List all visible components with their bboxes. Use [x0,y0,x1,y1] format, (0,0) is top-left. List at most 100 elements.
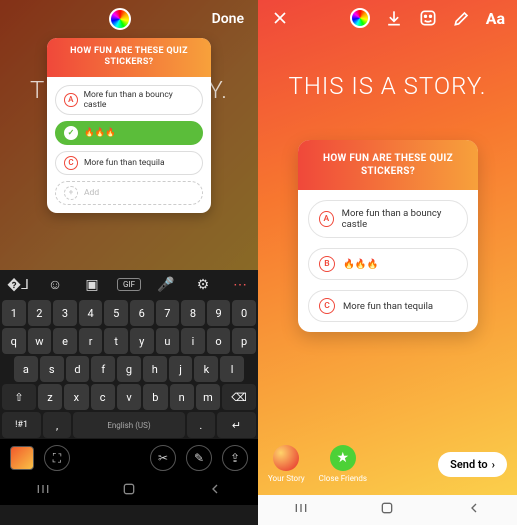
key-z[interactable]: z [38,384,62,410]
key-d[interactable]: d [66,356,90,382]
story-canvas-right: Aa THIS IS A STORY. HOW FUN ARE THESE QU… [258,0,517,495]
your-story-button[interactable]: Your Story [268,445,305,483]
backspace-key[interactable]: ⌫ [222,384,256,410]
send-to-label: Send to [450,458,488,471]
key-4[interactable]: 4 [79,300,103,326]
close-friends-label: Close Friends [319,474,367,483]
key-a[interactable]: a [14,356,38,382]
settings-icon[interactable]: ⚙ [191,277,215,293]
share-icon[interactable]: ⇪ [222,445,248,471]
soft-keyboard[interactable]: �⅃ ☺ ▣ GIF 🎤 ⚙ ⋯ 1234567890 qwertyuiop a… [0,270,258,525]
key-m[interactable]: m [196,384,220,410]
draw-icon[interactable] [452,8,472,28]
done-button[interactable]: Done [212,11,244,27]
editor-bottombar: ⛶ ✂ ✎ ⇪ [0,439,258,477]
comma-key[interactable]: , [43,412,71,438]
quiz-option-c[interactable]: C More fun than tequila [55,151,203,175]
text-tool-button[interactable]: Aa [486,9,505,28]
gif-icon[interactable]: GIF [117,278,141,291]
sticker-icon[interactable] [418,8,438,28]
key-i[interactable]: i [181,328,205,354]
key-f[interactable]: f [91,356,115,382]
key-r[interactable]: r [79,328,103,354]
symbols-key[interactable]: !#1 [2,412,41,438]
share-row: Your Story ★ Close Friends Send to › [258,445,517,483]
quiz-option-a[interactable]: A More fun than a bouncy castle [55,85,203,115]
recents-button[interactable] [293,500,309,520]
gallery-thumbnail[interactable] [10,446,34,470]
back-button[interactable] [207,481,223,501]
key-x[interactable]: x [64,384,88,410]
key-q[interactable]: q [2,328,26,354]
chevron-right-icon: › [492,458,495,471]
quiz-sticker-editor[interactable]: HOW FUN ARE THESE QUIZ STICKERS? A More … [47,38,211,213]
close-friends-button[interactable]: ★ Close Friends [319,445,367,483]
focus-icon[interactable]: ⛶ [44,445,70,471]
download-icon[interactable] [384,8,404,28]
quiz-add-option[interactable]: + Add [55,181,203,205]
voice-icon[interactable]: 🎤 [154,277,178,293]
recents-button[interactable] [35,481,51,501]
send-to-button[interactable]: Send to › [438,452,507,477]
key-y[interactable]: y [130,328,154,354]
keyboard-row-4: !#1 , English (US) . ↵ [0,411,258,439]
shift-key[interactable]: ⇧ [2,384,36,410]
color-wheel-icon[interactable] [350,8,370,28]
key-b[interactable]: b [143,384,167,410]
option-text: More fun than tequila [84,158,165,168]
key-7[interactable]: 7 [156,300,180,326]
key-5[interactable]: 5 [104,300,128,326]
option-text: More fun than a bouncy castle [84,90,194,110]
key-0[interactable]: 0 [232,300,256,326]
option-check-icon: ✓ [64,126,78,140]
key-w[interactable]: w [28,328,52,354]
key-s[interactable]: s [40,356,64,382]
home-button[interactable] [121,481,137,501]
option-letter: C [319,298,335,314]
space-key[interactable]: English (US) [73,412,185,438]
crop-icon[interactable]: ✂ [150,445,176,471]
edit-icon[interactable]: ✎ [186,445,212,471]
key-o[interactable]: o [207,328,231,354]
left-phone: Done THIS IS A STORY. HOW FUN ARE THESE … [0,0,258,525]
key-1[interactable]: 1 [2,300,26,326]
enter-key[interactable]: ↵ [217,412,256,438]
key-t[interactable]: t [104,328,128,354]
quiz-option-c[interactable]: C More fun than tequila [308,290,468,322]
quiz-option-a[interactable]: A More fun than a bouncy castle [308,200,468,238]
quiz-sticker[interactable]: HOW FUN ARE THESE QUIZ STICKERS? A More … [298,140,478,332]
home-button[interactable] [379,500,395,520]
key-g[interactable]: g [117,356,141,382]
key-v[interactable]: v [117,384,141,410]
key-2[interactable]: 2 [28,300,52,326]
key-l[interactable]: l [220,356,244,382]
quiz-question: HOW FUN ARE THESE QUIZ STICKERS? [298,140,478,190]
key-j[interactable]: j [169,356,193,382]
key-n[interactable]: n [170,384,194,410]
key-8[interactable]: 8 [181,300,205,326]
key-p[interactable]: p [232,328,256,354]
color-wheel-icon[interactable] [109,8,131,30]
key-6[interactable]: 6 [130,300,154,326]
period-key[interactable]: . [187,412,215,438]
emoji-icon[interactable]: ☺ [43,276,67,293]
more-icon[interactable]: ⋯ [228,277,252,293]
key-9[interactable]: 9 [207,300,231,326]
key-h[interactable]: h [143,356,167,382]
back-button[interactable] [466,500,482,520]
keyboard-number-row: 1234567890 [0,299,258,327]
quiz-question[interactable]: HOW FUN ARE THESE QUIZ STICKERS? [47,38,211,77]
key-u[interactable]: u [156,328,180,354]
key-k[interactable]: k [194,356,218,382]
quiz-option-b-selected[interactable]: ✓ 🔥🔥🔥 [55,121,203,145]
key-c[interactable]: c [91,384,115,410]
option-text: 🔥🔥🔥 [343,259,379,270]
close-icon[interactable] [270,8,290,28]
quiz-option-b[interactable]: B 🔥🔥🔥 [308,248,468,280]
key-3[interactable]: 3 [53,300,77,326]
key-e[interactable]: e [53,328,77,354]
keyboard-expand-icon[interactable]: �⅃ [6,277,30,293]
story-text[interactable]: THIS IS A STORY. [258,72,517,100]
sticker-icon[interactable]: ▣ [80,277,104,293]
quiz-options: A More fun than a bouncy castle B 🔥🔥🔥 C … [298,190,478,332]
